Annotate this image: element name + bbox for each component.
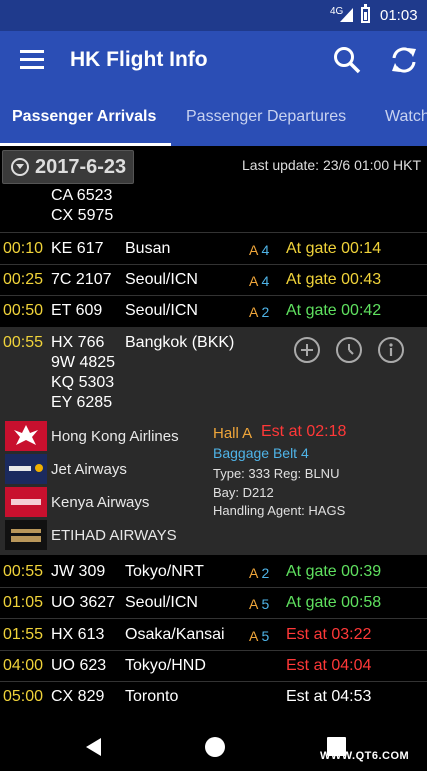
flight-city: Osaka/Kansai: [125, 626, 225, 643]
airline-name: ETIHAD AIRWAYS: [51, 527, 177, 544]
aircraft-type: Type: 333 Reg: BLNU: [213, 466, 340, 481]
flight-city: Seoul/ICN: [125, 302, 198, 319]
bay: Bay: D212: [213, 485, 274, 500]
divider: [0, 681, 427, 682]
flight-city: Busan: [125, 240, 171, 257]
tab-passenger-arrivals[interactable]: Passenger Arrivals: [12, 108, 156, 126]
flight-status: Est at 04:04: [286, 657, 372, 674]
hong-kong-airlines-logo: [5, 421, 47, 451]
flight-city: Seoul/ICN: [125, 594, 198, 611]
flight-code: JW 309: [51, 563, 106, 580]
home-icon[interactable]: [205, 737, 225, 757]
divider: [0, 295, 427, 296]
flight-status: At gate 00:42: [286, 302, 382, 319]
divider: [0, 587, 427, 588]
menu-icon[interactable]: [20, 50, 44, 70]
airline-name: Hong Kong Airlines: [51, 428, 179, 445]
flight-time: 05:00: [3, 688, 44, 705]
etihad-airways-logo: [5, 520, 47, 550]
flight-city: Bangkok (BKK): [125, 334, 235, 351]
flight-time: 00:55: [3, 334, 44, 351]
flight-time: 01:55: [3, 626, 44, 643]
jet-airways-logo: [5, 454, 47, 484]
flight-city: Tokyo/NRT: [125, 563, 204, 580]
hall-label: Hall A: [213, 425, 253, 442]
flight-status: At gate 00:43: [286, 271, 382, 288]
battery-icon: [361, 4, 370, 23]
flight-code: ET 609: [51, 302, 103, 319]
date-selector[interactable]: 2017-6-23: [2, 150, 134, 184]
flight-time: 00:25: [3, 271, 44, 288]
expanded-flight-card[interactable]: 00:55 HX 766 9W 4825 KQ 5303 EY 6285 Ban…: [0, 327, 427, 555]
divider: [0, 264, 427, 265]
tab-watch[interactable]: Watch: [385, 108, 427, 126]
divider: [0, 650, 427, 651]
tab-passenger-departures[interactable]: Passenger Departures: [186, 108, 346, 126]
kenya-airways-logo: [5, 487, 47, 517]
estimated-time: Est at 02:18: [261, 423, 347, 440]
info-icon[interactable]: [378, 337, 404, 363]
flight-status: At gate 00:14: [286, 240, 382, 257]
chevron-down-icon: [11, 158, 29, 176]
last-update: Last update: 23/6 01:00 HKT: [242, 157, 422, 173]
flight-time: 00:50: [3, 302, 44, 319]
divider: [0, 232, 427, 233]
system-nav-bar: [0, 718, 427, 771]
flight-code: HX 766: [51, 334, 105, 351]
flight-code: KQ 5303: [51, 374, 115, 391]
flight-status: At gate 00:58: [286, 594, 382, 611]
clock-icon[interactable]: [336, 337, 362, 363]
divider: [0, 618, 427, 619]
flight-code: UO 3627: [51, 594, 116, 611]
back-icon[interactable]: [86, 738, 101, 756]
handling-agent: Handling Agent: HAGS: [213, 503, 346, 518]
hall-belt: A 4: [249, 242, 270, 258]
codeshare-code: CX 5975: [51, 207, 114, 224]
flight-code: CX 829: [51, 688, 105, 705]
flight-city: Tokyo/HND: [125, 657, 206, 674]
flight-time: 04:00: [3, 657, 44, 674]
status-bar: 4G 01:03: [0, 0, 427, 31]
flight-status: Est at 03:22: [286, 626, 372, 643]
airline-name: Kenya Airways: [51, 494, 150, 511]
flight-code: 9W 4825: [51, 354, 116, 371]
add-watch-button[interactable]: [294, 337, 320, 363]
hall-belt: A 2: [249, 565, 270, 581]
flight-code: HX 613: [51, 626, 105, 643]
flight-status: Est at 04:53: [286, 688, 372, 705]
hall-belt: A 5: [249, 628, 270, 644]
search-icon[interactable]: [332, 45, 362, 75]
flight-time: 00:55: [3, 563, 44, 580]
watermark: WWW.QT6.COM: [320, 750, 410, 762]
refresh-icon[interactable]: [389, 45, 419, 75]
app-title: HK Flight Info: [70, 48, 208, 71]
tab-bar: Passenger Arrivals Passenger Departures …: [0, 89, 427, 146]
codeshare-code: CA 6523: [51, 187, 113, 204]
hall-belt: A 4: [249, 273, 270, 289]
hall-belt: A 5: [249, 596, 270, 612]
flight-code: UO 623: [51, 657, 107, 674]
flight-code: EY 6285: [51, 394, 113, 411]
date-text: 2017-6-23: [35, 156, 127, 178]
flight-time: 00:10: [3, 240, 44, 257]
airline-name: Jet Airways: [51, 461, 127, 478]
status-time: 01:03: [380, 7, 418, 24]
tab-indicator: [0, 143, 171, 146]
flight-city: Toronto: [125, 688, 179, 705]
baggage-belt: Baggage Belt 4: [213, 445, 309, 461]
flight-city: Seoul/ICN: [125, 271, 198, 288]
signal-icon: [340, 8, 353, 22]
flight-time: 01:05: [3, 594, 44, 611]
flight-code: 7C 2107: [51, 271, 112, 288]
flight-status: At gate 00:39: [286, 563, 382, 580]
flight-code: KE 617: [51, 240, 104, 257]
hall-belt: A 2: [249, 304, 270, 320]
app-bar: HK Flight Info: [0, 31, 427, 89]
